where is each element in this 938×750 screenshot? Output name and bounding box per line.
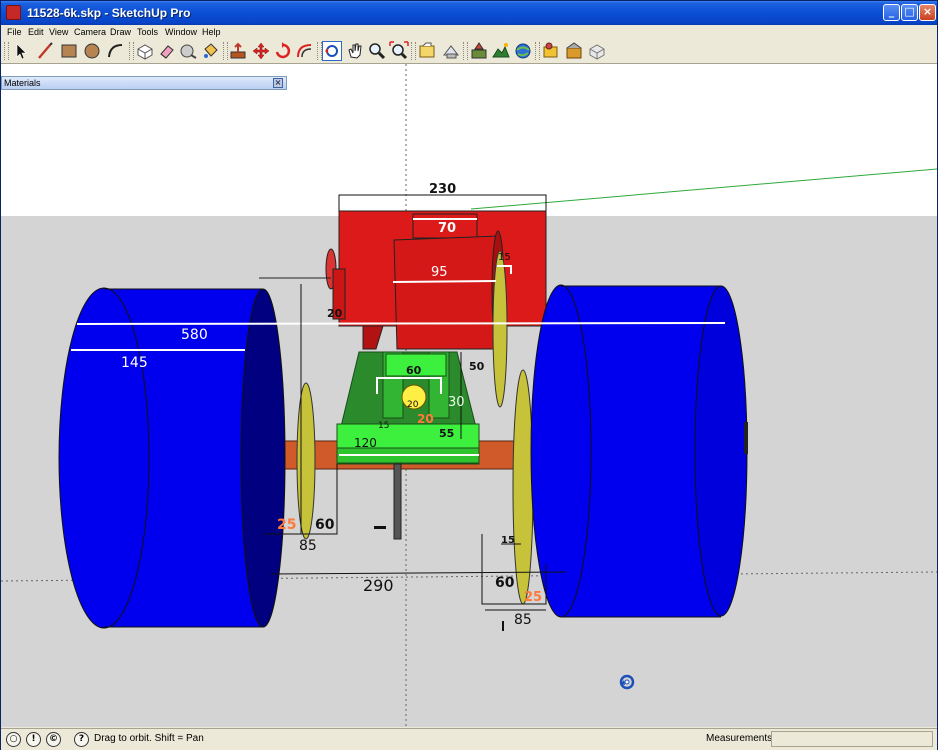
toggle-terrain-icon[interactable] [491, 41, 511, 61]
share-model-icon[interactable] [441, 41, 461, 61]
measurements-label: Measurements [706, 733, 773, 744]
cab-cylinder [393, 235, 500, 350]
right-hub-bolt [744, 422, 748, 454]
dim-text-15-frame: 15 [378, 421, 389, 431]
sketchup-app-icon [6, 5, 21, 20]
toolbar [1, 39, 937, 64]
dim-text-20-hub: 20 [407, 400, 419, 410]
dim-text-60-right: 60 [495, 575, 515, 591]
close-button[interactable]: × [919, 4, 936, 21]
toolbar-separator [463, 42, 468, 60]
right-disc [512, 369, 534, 605]
dim-text-70: 70 [438, 221, 456, 236]
google-earth-snapshot-icon[interactable] [469, 41, 489, 61]
dim-text-15-top: 15 [498, 252, 511, 263]
minimize-button[interactable]: _ [883, 4, 900, 21]
push-pull-icon[interactable] [228, 41, 248, 61]
get-models-icon[interactable] [417, 41, 437, 61]
share-component-icon[interactable] [587, 41, 607, 61]
maximize-button[interactable]: □ [901, 4, 918, 21]
component-warehouse-icon[interactable] [564, 41, 584, 61]
dimension-tick [502, 621, 504, 631]
left-disc [296, 382, 316, 540]
window-title: 11528-6k.skp - SketchUp Pro [27, 6, 191, 20]
menu-view[interactable]: View [49, 25, 68, 39]
toolbar-grip[interactable] [4, 42, 9, 60]
dim-text-85-left: 85 [299, 538, 317, 554]
rectangle-icon[interactable] [59, 41, 79, 61]
materials-panel[interactable]: Materials × [1, 76, 287, 90]
line-icon[interactable] [35, 41, 55, 61]
materials-panel-title: Materials [4, 78, 41, 88]
menu-file[interactable]: File [7, 25, 22, 39]
upper-right-disc [492, 250, 508, 408]
left-wheel-outer-face [58, 287, 150, 629]
offset-icon[interactable] [295, 41, 315, 61]
title-bar: 11528-6k.skp - SketchUp Pro _ □ × [1, 1, 937, 25]
dim-text-20-left: 20 [327, 307, 343, 320]
arc-icon[interactable] [105, 41, 125, 61]
dim-text-95: 95 [431, 265, 448, 280]
menu-window[interactable]: Window [165, 25, 197, 39]
toolbar-separator [411, 42, 416, 60]
status-hint: Drag to orbit. Shift = Pan [94, 733, 204, 744]
menu-draw[interactable]: Draw [110, 25, 131, 39]
dim-text-25-left: 25 [277, 517, 296, 533]
eraser-icon[interactable] [157, 41, 177, 61]
rotate-icon[interactable] [273, 41, 293, 61]
zoom-extents-icon[interactable] [389, 41, 409, 61]
orbit-icon[interactable] [322, 41, 342, 61]
credits-icon[interactable]: ! [26, 732, 41, 747]
make-component-icon[interactable] [135, 41, 155, 61]
copyright-icon[interactable]: © [46, 732, 61, 747]
sketchup-window: 11528-6k.skp - SketchUp Pro _ □ × File E… [0, 0, 938, 750]
help-icon[interactable]: ? [74, 732, 89, 747]
materials-close-button[interactable]: × [273, 78, 283, 88]
dim-text-20-orange: 20 [417, 412, 434, 426]
status-bar: ○ ! © ? Drag to orbit. Shift = Pan Measu… [1, 728, 937, 750]
right-wheel-outer-face [694, 285, 748, 617]
toolbar-separator [535, 42, 540, 60]
dim-text-145: 145 [121, 355, 148, 371]
dimension-line-580 [76, 322, 726, 325]
dim-text-290: 290 [363, 576, 394, 595]
dim-text-60-left: 60 [315, 517, 335, 533]
measurements-input[interactable] [771, 731, 933, 747]
tape-measure-icon[interactable] [178, 41, 198, 61]
move-icon[interactable] [251, 41, 271, 61]
dim-text-55: 55 [439, 427, 454, 440]
paint-bucket-icon[interactable] [200, 41, 220, 61]
dim-text-85-right: 85 [514, 612, 532, 628]
dim-text-230: 230 [429, 182, 456, 197]
toolbar-separator [129, 42, 134, 60]
right-wheel-inner-face [530, 284, 592, 618]
dimension-tick [374, 526, 386, 529]
place-model-icon[interactable] [513, 41, 533, 61]
model-scene: 230 70 95 15 20 580 145 60 50 20 20 30 1… [1, 64, 937, 727]
dim-text-580: 580 [181, 327, 208, 343]
menu-edit[interactable]: Edit [28, 25, 44, 39]
drawing-viewport[interactable]: 230 70 95 15 20 580 145 60 50 20 20 30 1… [1, 64, 937, 727]
dim-text-120: 120 [354, 436, 377, 450]
get-photo-texture-icon[interactable] [541, 41, 561, 61]
dim-text-50: 50 [469, 360, 485, 373]
dim-text-25-right: 25 [524, 590, 542, 605]
menu-help[interactable]: Help [202, 25, 221, 39]
menu-bar: File Edit View Camera Draw Tools Window … [1, 25, 937, 39]
menu-tools[interactable]: Tools [137, 25, 158, 39]
dim-text-60-top: 60 [406, 364, 422, 377]
center-post [393, 463, 402, 540]
dim-text-30: 30 [448, 395, 465, 410]
circle-icon[interactable] [82, 41, 102, 61]
menu-camera[interactable]: Camera [74, 25, 106, 39]
zoom-icon[interactable] [367, 41, 387, 61]
dimension-line-95 [392, 280, 497, 283]
left-wheel-inner-face [240, 288, 286, 628]
dim-text-15-right: 15 [501, 535, 515, 546]
pan-icon[interactable] [345, 41, 365, 61]
geo-location-icon[interactable]: ○ [6, 732, 21, 747]
select-icon[interactable] [11, 41, 31, 61]
